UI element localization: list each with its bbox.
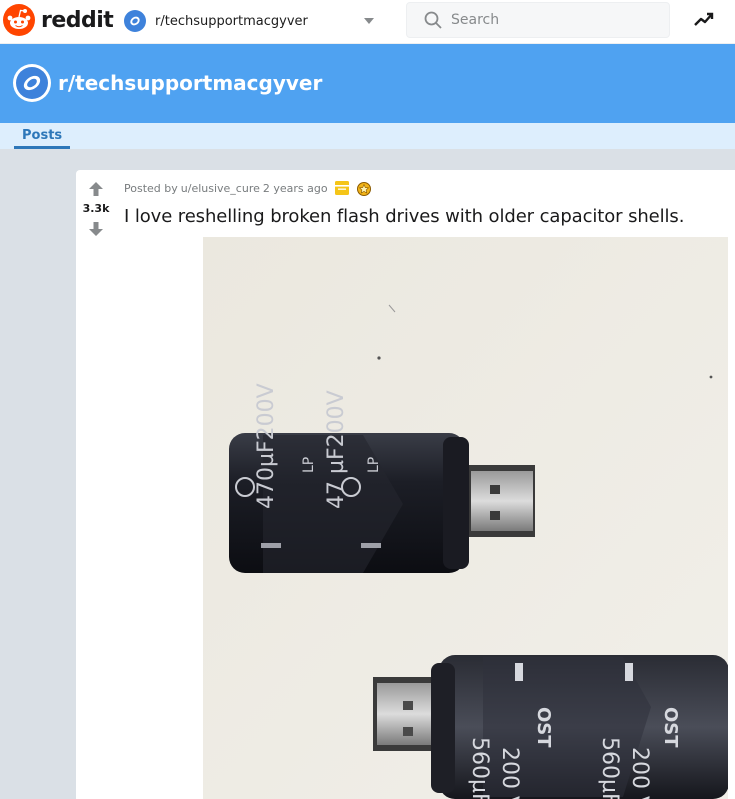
award-medal-icon[interactable]	[356, 180, 372, 196]
svg-text:560µF: 560µF	[597, 737, 622, 799]
subreddit-banner: r/techsupportmacgyver	[0, 44, 735, 123]
reddit-alien-icon	[3, 4, 35, 36]
posted-by-label: Posted by	[124, 181, 178, 195]
award-box-icon[interactable]	[334, 180, 350, 196]
chevron-down-icon	[364, 18, 374, 24]
reddit-logo[interactable]: reddit	[3, 4, 114, 36]
post-card[interactable]: 3.3k Posted by u/elusive_cure 2 years ag…	[76, 170, 735, 799]
subreddit-banner-icon	[13, 64, 51, 102]
search-input[interactable]	[451, 12, 651, 28]
current-subreddit-label: r/techsupportmacgyver	[155, 13, 308, 29]
svg-text:560µF: 560µF	[467, 737, 492, 799]
trending-icon[interactable]	[693, 10, 715, 30]
tab-posts[interactable]: Posts	[14, 123, 71, 149]
post-author-link[interactable]: u/elusive_cure	[181, 182, 260, 195]
post-title[interactable]: I love reshelling broken flash drives wi…	[124, 206, 684, 227]
svg-text:LP: LP	[366, 457, 382, 473]
subreddit-tabs: Posts	[0, 123, 735, 149]
svg-text:200 V: 200 V	[627, 747, 652, 799]
search-icon	[424, 11, 442, 29]
search-box[interactable]	[406, 2, 670, 38]
svg-text:OST: OST	[660, 707, 681, 748]
svg-text:200 V: 200 V	[497, 747, 522, 799]
subreddit-title: r/techsupportmacgyver	[58, 71, 323, 95]
downvote-icon[interactable]	[88, 221, 104, 237]
post-image[interactable]: 470µF200V 47 µF200V LP LP 200 V 560µF 20…	[203, 237, 728, 799]
upvote-icon[interactable]	[88, 181, 104, 197]
svg-text:47 µF200V: 47 µF200V	[324, 390, 349, 509]
subreddit-icon	[124, 10, 146, 32]
top-navigation-bar: reddit r/techsupportmacgyver	[0, 0, 735, 44]
svg-text:470µF200V: 470µF200V	[254, 383, 279, 509]
svg-text:OST: OST	[533, 707, 554, 748]
vote-column: 3.3k	[76, 170, 116, 250]
planet-icon	[23, 75, 41, 91]
post-timestamp[interactable]: 2 years ago	[263, 182, 328, 195]
post-meta: Posted by u/elusive_cure 2 years ago	[124, 180, 372, 196]
subreddit-selector[interactable]: r/techsupportmacgyver	[124, 6, 382, 36]
svg-text:LP: LP	[301, 457, 317, 473]
capacitor-flash-drive-photo: 470µF200V 47 µF200V LP LP 200 V 560µF 20…	[203, 237, 728, 799]
vote-score: 3.3k	[82, 202, 110, 215]
reddit-wordmark: reddit	[41, 7, 114, 33]
